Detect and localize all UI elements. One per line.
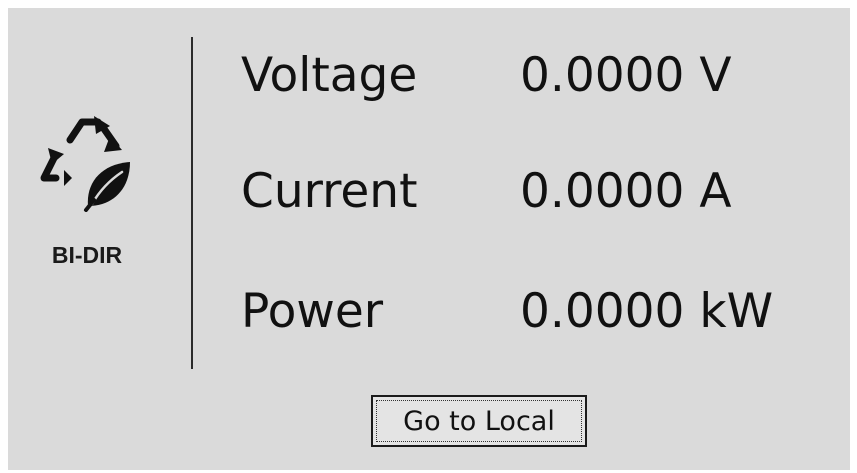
- voltage-value: 0.0000 V: [520, 48, 732, 103]
- status-panel: BI-DIR Voltage 0.0000 V Current 0.0000 A…: [8, 8, 850, 470]
- go-to-local-button[interactable]: Go to Local: [371, 395, 587, 447]
- divider: [191, 37, 193, 369]
- mode-label: BI-DIR: [51, 242, 123, 268]
- recycle-leaf-icon: [38, 116, 134, 212]
- power-label: Power: [241, 284, 384, 339]
- current-label: Current: [241, 164, 418, 219]
- voltage-label: Voltage: [241, 48, 418, 103]
- current-value: 0.0000 A: [520, 164, 732, 219]
- power-value: 0.0000 kW: [520, 284, 774, 339]
